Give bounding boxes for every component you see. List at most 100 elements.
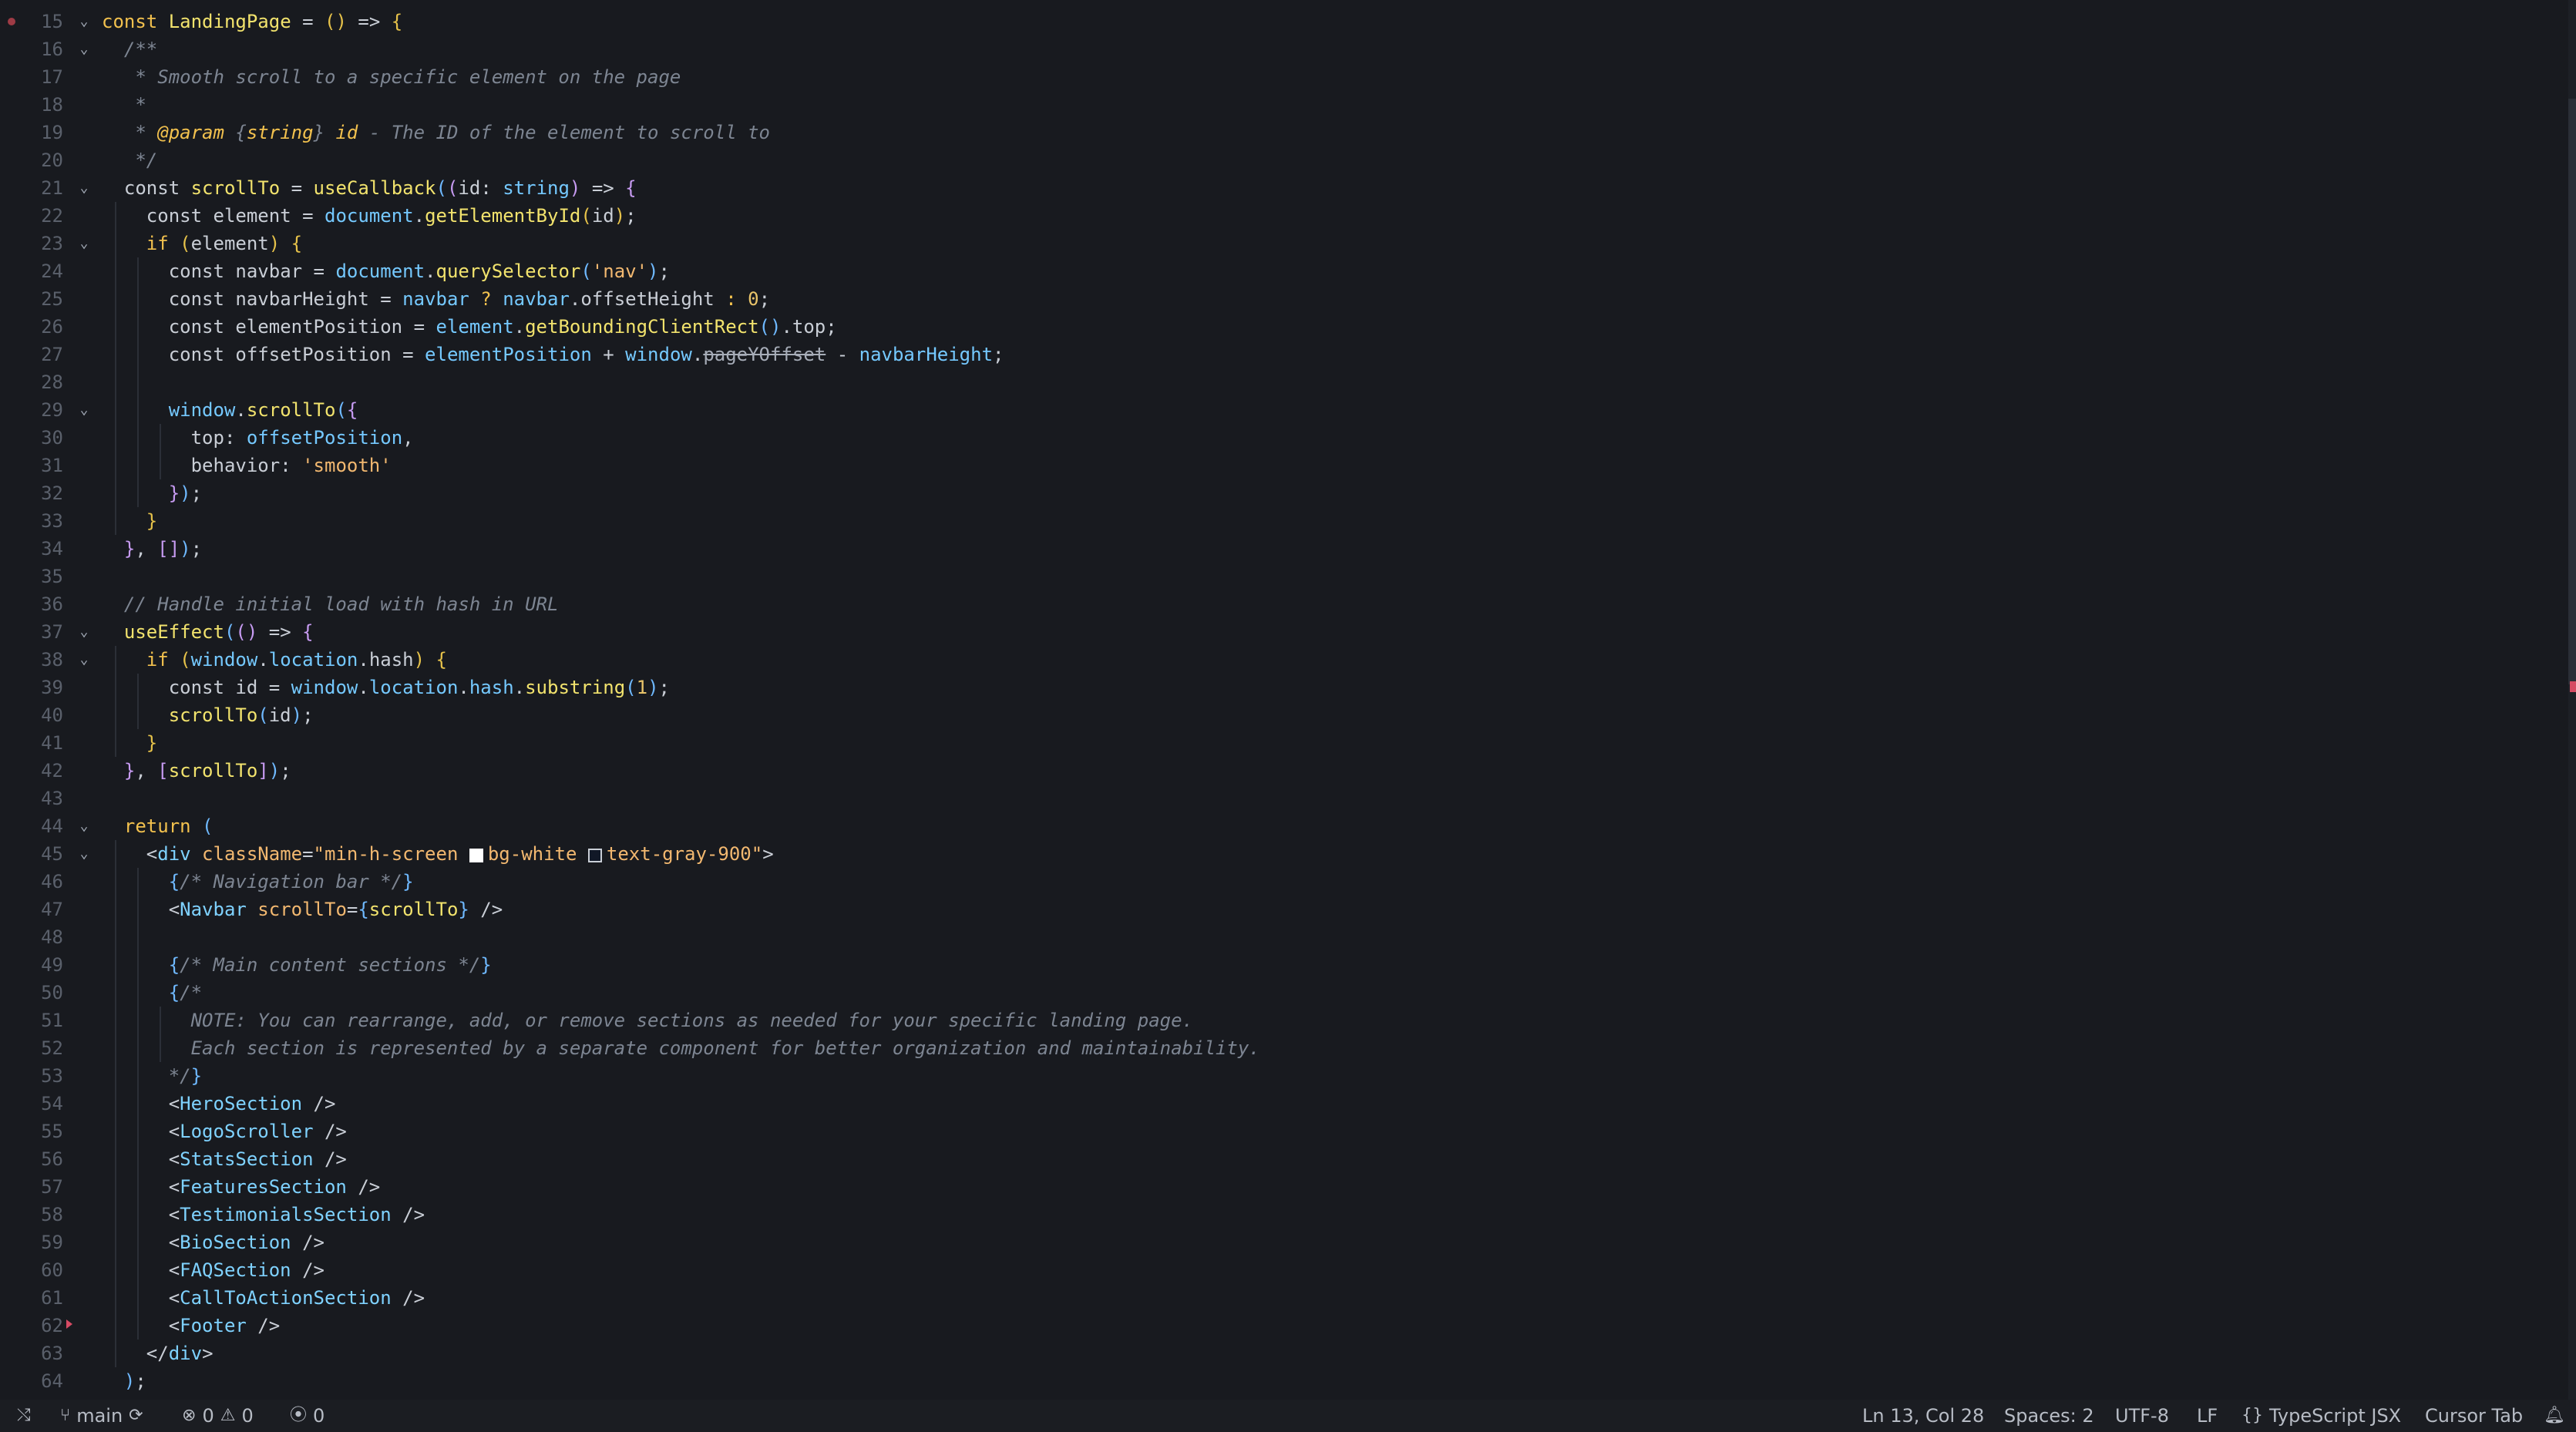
- code-line[interactable]: 43: [0, 785, 2544, 812]
- code-token: document: [335, 261, 425, 282]
- code-line[interactable]: 48: [0, 923, 2544, 951]
- fold-chevron-icon[interactable]: ⌄: [76, 840, 92, 868]
- code-text: {/*: [169, 979, 202, 1007]
- code-line[interactable]: 23 ⌄ if (element) {: [0, 230, 2544, 257]
- git-branch-status[interactable]: ⑂ main ⟳: [60, 1400, 143, 1432]
- code-line[interactable]: 59 <BioSection />: [0, 1229, 2544, 1256]
- code-line[interactable]: 64);: [0, 1367, 2544, 1395]
- cursor-position[interactable]: Ln 13, Col 28: [1862, 1400, 1984, 1432]
- language-mode[interactable]: {} TypeScript JSX: [2241, 1400, 2401, 1432]
- code-line[interactable]: 56 <StatsSection />: [0, 1145, 2544, 1173]
- fold-chevron-icon[interactable]: ⌄: [76, 35, 92, 63]
- remote-indicator[interactable]: ⤭: [17, 1400, 31, 1432]
- code-line[interactable]: 24 const navbar = document.querySelector(…: [0, 257, 2544, 285]
- code-line[interactable]: 15 ⌄ const LandingPage = () => {: [0, 8, 2544, 35]
- code-token: +: [591, 344, 626, 365]
- code-text: const scrollTo = useCallback((id: string…: [124, 174, 637, 202]
- code-line[interactable]: 36 // Handle initial load with hash in UR…: [0, 590, 2544, 618]
- code-token: const: [168, 288, 236, 310]
- code-line[interactable]: 51 NOTE: You can rearrange, add, or remov…: [0, 1007, 2544, 1034]
- code-line[interactable]: 39 const id = window.location.hash.substr…: [0, 674, 2544, 701]
- code-line[interactable]: 28: [0, 368, 2544, 396]
- code-line[interactable]: 19 * @param {string} id - The ID of the …: [0, 119, 2544, 146]
- line-number: 31: [41, 455, 63, 476]
- fold-chevron-icon[interactable]: ⌄: [76, 646, 92, 674]
- code-line[interactable]: 42}, [scrollTo]);: [0, 757, 2544, 785]
- code-line[interactable]: 55 <LogoScroller />: [0, 1118, 2544, 1145]
- encoding-status[interactable]: UTF-8: [2115, 1400, 2169, 1432]
- code-line[interactable]: 34}, []);: [0, 535, 2544, 563]
- code-line[interactable]: 17 * Smooth scroll to a specific element…: [0, 63, 2544, 91]
- fold-chevron-icon[interactable]: ⌄: [76, 174, 92, 202]
- ports-status[interactable]: ⦿ 0: [290, 1400, 325, 1432]
- line-number: 20: [41, 150, 63, 171]
- code-line[interactable]: 50 {/*: [0, 979, 2544, 1007]
- code-line[interactable]: 46 {/* Navigation bar */}: [0, 868, 2544, 896]
- code-line[interactable]: 29 ⌄ window.scrollTo({: [0, 396, 2544, 424]
- code-line[interactable]: 58 <TestimonialsSection />: [0, 1201, 2544, 1229]
- sync-icon[interactable]: ⟳: [129, 1400, 143, 1432]
- breakpoint-icon[interactable]: [0, 8, 22, 35]
- code-token: =: [257, 677, 291, 698]
- code-text: if (element) {: [146, 230, 302, 257]
- fold-chevron-icon[interactable]: ⌄: [76, 812, 92, 840]
- code-line[interactable]: 27 const offsetPosition = elementPosition…: [0, 341, 2544, 368]
- code-line[interactable]: 40 scrollTo(id);: [0, 701, 2544, 729]
- line-number: 28: [41, 371, 63, 393]
- indentation-status[interactable]: Spaces: 2: [2004, 1400, 2094, 1432]
- code-line[interactable]: 16 ⌄ /**: [0, 35, 2544, 63]
- code-line[interactable]: 26 const elementPosition = element.getBou…: [0, 313, 2544, 341]
- code-line[interactable]: 57 <FeaturesSection />: [0, 1173, 2544, 1201]
- code-token: (: [257, 704, 269, 726]
- code-line[interactable]: 20 */: [0, 146, 2544, 174]
- code-line[interactable]: 54 <HeroSection />: [0, 1090, 2544, 1118]
- cursor-tab-status[interactable]: Cursor Tab: [2425, 1400, 2523, 1432]
- code-line[interactable]: 38 ⌄ if (window.location.hash) {: [0, 646, 2544, 674]
- code-line[interactable]: 18 *: [0, 91, 2544, 119]
- code-line[interactable]: 35: [0, 563, 2544, 590]
- code-token: const: [168, 316, 236, 338]
- code-line[interactable]: 22 const element = document.getElementByI…: [0, 202, 2544, 230]
- code-line[interactable]: 31 behavior: 'smooth': [0, 452, 2544, 479]
- code-token: Navbar: [180, 899, 258, 920]
- fold-chevron-icon[interactable]: ⌄: [76, 8, 92, 35]
- notifications[interactable]: 🔔︎: [2544, 1400, 2565, 1432]
- code-token: location: [368, 677, 459, 698]
- code-line[interactable]: 62 <Footer />: [0, 1312, 2544, 1340]
- code-line[interactable]: 37 ⌄ useEffect(() => {: [0, 618, 2544, 646]
- fold-chevron-icon[interactable]: ⌄: [76, 396, 92, 424]
- code-line[interactable]: 49 {/* Main content sections */}: [0, 951, 2544, 979]
- code-line[interactable]: 30 top: offsetPosition,: [0, 424, 2544, 452]
- code-token: string: [503, 177, 570, 199]
- code-line[interactable]: 21 ⌄ const scrollTo = useCallback((id: str…: [0, 174, 2544, 202]
- line-number: 59: [41, 1232, 63, 1253]
- code-line[interactable]: 52 Each section is represented by a separ…: [0, 1034, 2544, 1062]
- fold-chevron-icon[interactable]: ⌄: [76, 230, 92, 257]
- diff-marker-icon[interactable]: [0, 1312, 72, 1340]
- code-line[interactable]: 41}: [0, 729, 2544, 757]
- code-line[interactable]: 32});: [0, 479, 2544, 507]
- code-token: =: [402, 316, 436, 338]
- code-line[interactable]: 53 */}: [0, 1062, 2544, 1090]
- code-line[interactable]: 44 ⌄ return (: [0, 812, 2544, 840]
- code-line[interactable]: 33}: [0, 507, 2544, 535]
- code-line[interactable]: 63 </div>: [0, 1340, 2544, 1367]
- fold-chevron-icon[interactable]: ⌄: [76, 618, 92, 646]
- code-token: =>: [268, 621, 303, 643]
- code-text: <div className="min-h-screen bg-white te…: [146, 840, 774, 868]
- code-line[interactable]: 45 ⌄ <div className="min-h-screen bg-white…: [0, 840, 2544, 868]
- code-line[interactable]: 25 const navbarHeight = navbar ? navbar.o…: [0, 285, 2544, 313]
- code-line[interactable]: 60 <FAQSection />: [0, 1256, 2544, 1284]
- scrollbar-thumb[interactable]: [2568, 99, 2576, 684]
- indent-guide: [136, 868, 139, 896]
- vertical-scrollbar[interactable]: [2568, 0, 2576, 1400]
- color-swatch[interactable]: [587, 849, 602, 862]
- code-token: 'nav': [591, 261, 648, 282]
- eol-status[interactable]: LF: [2197, 1400, 2218, 1432]
- code-line[interactable]: 47 <Navbar scrollTo={scrollTo} />: [0, 896, 2544, 923]
- color-swatch[interactable]: [469, 849, 483, 862]
- code-line[interactable]: 61 <CallToActionSection />: [0, 1284, 2544, 1312]
- code-editor[interactable]: 15 ⌄ const LandingPage = () => {16 ⌄/** 17 *…: [0, 0, 2576, 1400]
- problems-status[interactable]: ⊗ 0 ⚠ 0: [182, 1400, 254, 1432]
- code-token: 0: [748, 288, 759, 310]
